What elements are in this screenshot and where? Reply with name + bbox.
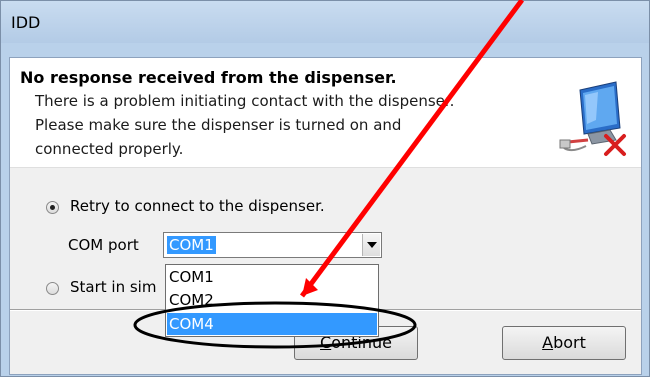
chevron-down-icon [367, 242, 377, 248]
retry-label[interactable]: Retry to connect to the dispenser. [70, 197, 325, 215]
abort-accelerator: A [542, 333, 554, 352]
idd-dialog-window: IDD No response received from the dispen… [0, 0, 650, 377]
simulation-radio[interactable] [46, 282, 59, 295]
message-title: No response received from the dispenser. [20, 68, 397, 87]
window-title: IDD [11, 13, 41, 32]
computer-disconnected-icon [559, 81, 626, 156]
com-port-value: COM1 [167, 236, 216, 254]
retry-radio[interactable] [46, 201, 59, 214]
dropdown-option-com1[interactable]: COM1 [167, 266, 377, 288]
dropdown-option-com2[interactable]: COM2 [167, 289, 377, 311]
com-port-select[interactable]: COM1 [163, 232, 382, 258]
message-line-2: Please make sure the dispenser is turned… [35, 116, 402, 134]
com-port-dropdown-list[interactable]: COM1 COM2 COM4 [165, 264, 379, 337]
title-bar[interactable]: IDD [1, 1, 649, 43]
message-line-1: There is a problem initiating contact wi… [35, 92, 455, 110]
com-port-dropdown-button[interactable] [362, 234, 380, 256]
message-panel: No response received from the dispenser.… [10, 58, 641, 168]
message-line-3: connected properly. [35, 140, 184, 158]
simulation-label[interactable]: Start in sim [70, 278, 156, 296]
abort-button[interactable]: Abort [502, 326, 626, 360]
abort-label-rest: bort [553, 333, 586, 352]
dropdown-option-com4[interactable]: COM4 [167, 313, 377, 335]
com-port-label: COM port [68, 236, 139, 254]
